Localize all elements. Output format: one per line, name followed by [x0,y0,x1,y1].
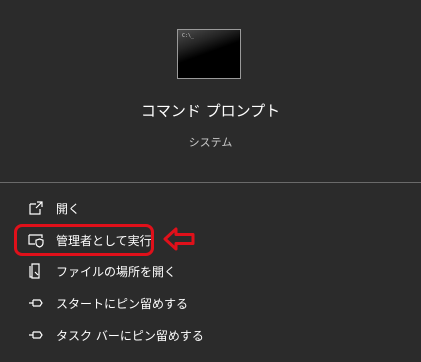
menu-item-open-file-location[interactable]: ファイルの場所を開く [0,256,421,286]
left-arrow-annotation-icon [163,227,195,251]
icon-prompt-glyph: C:\_ [182,33,195,39]
file-location-icon [29,263,40,279]
divider [0,182,421,183]
menu-item-label: タスク バーにピン留めする [56,329,204,343]
pin-icon [29,299,43,307]
menu-item-label: ファイルの場所を開く [56,265,177,279]
pin-icon [29,331,43,339]
open-icon [29,201,43,215]
menu-item-label: 開く [56,202,81,216]
menu-item-pin-to-start[interactable]: スタートにピン留めする [0,288,421,318]
menu-item-open[interactable]: 開く [0,193,421,223]
app-title: コマンド プロンプト [140,102,281,120]
start-menu-context-panel: C:\_ コマンド プロンプト システム 開く 管理者として実行 ファイルの場所… [0,0,421,362]
menu-item-label: スタートにピン留めする [56,297,189,311]
app-category: システム [188,136,233,149]
highlight-annotation-box [14,224,154,256]
command-prompt-icon[interactable]: C:\_ [177,29,241,79]
menu-item-pin-to-taskbar[interactable]: タスク バーにピン留めする [0,320,421,350]
